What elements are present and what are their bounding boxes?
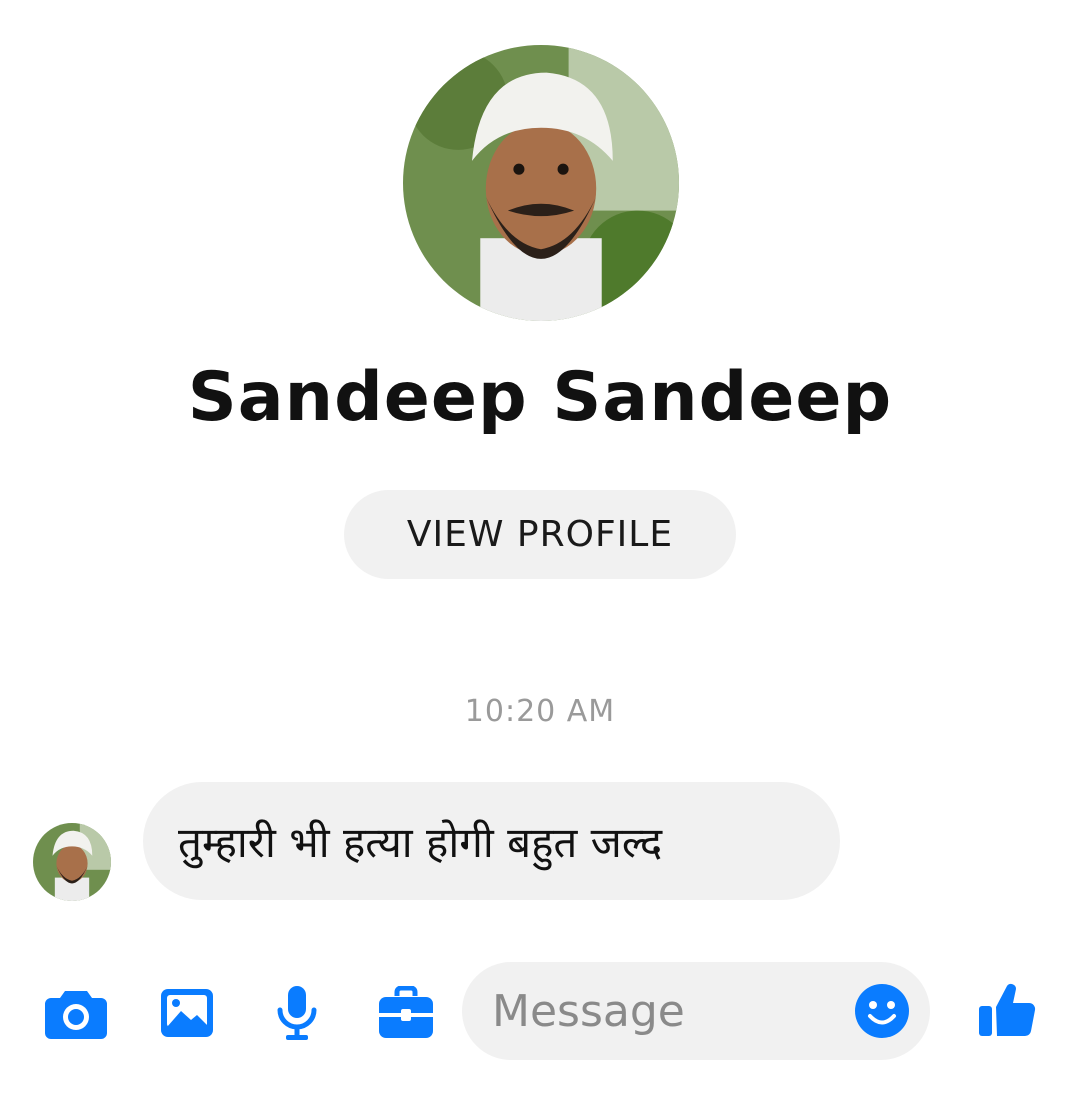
- message-input[interactable]: [492, 962, 832, 1060]
- profile-photo: [403, 45, 679, 321]
- image-icon: [161, 989, 213, 1037]
- message-bubble[interactable]: तुम्हारी भी हत्या होगी बहुत जल्द: [143, 782, 840, 900]
- thumbs-up-icon: [979, 984, 1036, 1037]
- message-timestamp: 10:20 AM: [464, 694, 616, 729]
- apps-button[interactable]: [374, 981, 438, 1045]
- emoji-icon: [855, 984, 909, 1038]
- camera-button[interactable]: [44, 981, 108, 1045]
- message-text: तुम्हारी भी हत्या होगी बहुत जल्द: [178, 817, 663, 867]
- view-profile-button[interactable]: VIEW PROFILE: [344, 490, 736, 579]
- sender-photo: [33, 823, 111, 901]
- voice-button[interactable]: [265, 981, 329, 1045]
- briefcase-icon: [379, 986, 433, 1038]
- emoji-button[interactable]: [854, 983, 910, 1039]
- camera-icon: [45, 991, 107, 1039]
- profile-avatar[interactable]: [403, 45, 679, 321]
- contact-name: Sandeep Sandeep: [187, 358, 893, 437]
- like-button[interactable]: [975, 978, 1039, 1042]
- microphone-icon: [277, 986, 317, 1040]
- sender-avatar[interactable]: [33, 823, 111, 901]
- gallery-button[interactable]: [155, 981, 219, 1045]
- message-composer: [462, 962, 930, 1060]
